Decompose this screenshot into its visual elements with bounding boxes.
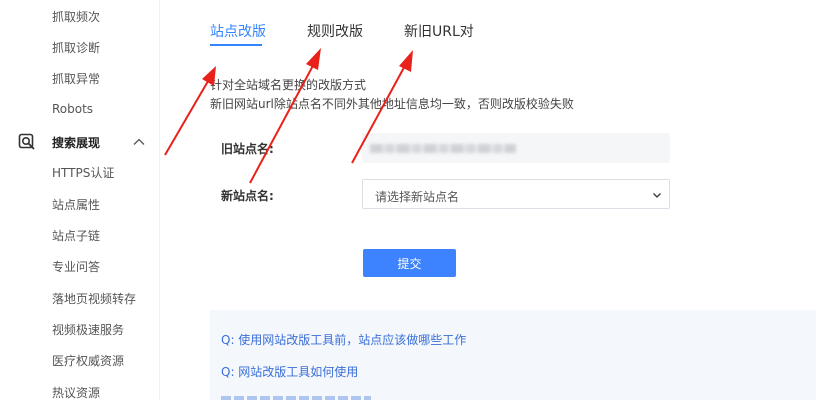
description-line-1: 针对全站域名更换的改版方式 [210, 78, 367, 92]
faq-link-preparation[interactable]: Q: 使用网站改版工具前，站点应该做哪些工作 [221, 331, 466, 348]
description-line-2: 新旧网站url除站点名不同外其他地址信息均一致，否则改版校验失败 [210, 97, 574, 111]
sidebar-item-site-attributes[interactable]: 站点属性 [52, 196, 100, 213]
sidebar-item-medical-resources[interactable]: 医疗权威资源 [52, 352, 124, 369]
chevron-down-icon [653, 193, 661, 198]
old-site-label: 旧站点名: [221, 142, 274, 156]
faq-link-usage[interactable]: Q: 网站改版工具如何使用 [221, 363, 358, 380]
sidebar-item-https[interactable]: HTTPS认证 [52, 164, 114, 181]
submit-button[interactable]: 提交 [363, 249, 456, 277]
sidebar-item-professional-qa[interactable]: 专业问答 [52, 258, 100, 275]
sidebar-item-crawl-errors[interactable]: 抓取异常 [52, 70, 100, 87]
faq-panel: Q: 使用网站改版工具前，站点应该做哪些工作 Q: 网站改版工具如何使用 [210, 310, 816, 400]
new-site-select[interactable]: 请选择新站点名 [362, 179, 670, 209]
redacted-site-name [370, 144, 516, 153]
annotation-arrow-2 [249, 48, 321, 184]
annotation-arrow-1 [164, 66, 216, 156]
sidebar-item-sitelinks[interactable]: 站点子链 [52, 227, 100, 244]
sidebar-item-crawl-frequency[interactable]: 抓取频次 [52, 8, 100, 25]
sidebar-group-label: 搜索展现 [52, 136, 101, 150]
old-site-value [362, 133, 670, 163]
sidebar-item-video-speed[interactable]: 视频极速服务 [52, 321, 124, 338]
page: 抓取频次 抓取诊断 抓取异常 Robots 搜索展现 HTTPS认证 站点属性 … [0, 0, 816, 400]
sidebar-item-hot-topics[interactable]: 热议资源 [52, 384, 100, 400]
tab-url-pairs[interactable]: 新旧URL对 [404, 21, 474, 41]
active-tab-indicator [210, 44, 262, 46]
tab-site-revision[interactable]: 站点改版 [210, 21, 266, 41]
new-site-placeholder: 请选择新站点名 [375, 190, 460, 204]
sidebar-group-search-display[interactable]: 搜索展现 [18, 131, 146, 153]
sidebar-item-landing-video[interactable]: 落地页视频转存 [52, 290, 136, 307]
tab-rule-revision[interactable]: 规则改版 [307, 21, 363, 41]
search-view-icon [18, 133, 35, 150]
sidebar: 抓取频次 抓取诊断 抓取异常 Robots 搜索展现 HTTPS认证 站点属性 … [0, 0, 160, 400]
sidebar-item-robots[interactable]: Robots [52, 102, 93, 116]
new-site-label: 新站点名: [221, 189, 274, 203]
chevron-up-icon[interactable] [132, 135, 146, 149]
sidebar-item-crawl-diagnosis[interactable]: 抓取诊断 [52, 39, 100, 56]
faq-link-cutoff [221, 396, 371, 400]
